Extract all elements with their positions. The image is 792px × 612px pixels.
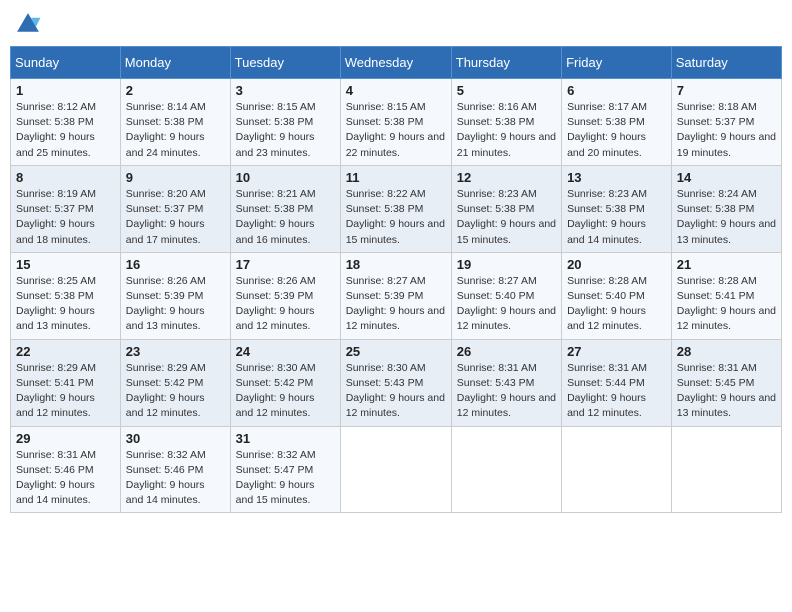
calendar-day-29: 29Sunrise: 8:31 AMSunset: 5:46 PMDayligh… [11,426,121,513]
week-row-5: 29Sunrise: 8:31 AMSunset: 5:46 PMDayligh… [11,426,782,513]
calendar-day-19: 19Sunrise: 8:27 AMSunset: 5:40 PMDayligh… [451,252,561,339]
calendar-day-1: 1Sunrise: 8:12 AMSunset: 5:38 PMDaylight… [11,79,121,166]
calendar-day-5: 5Sunrise: 8:16 AMSunset: 5:38 PMDaylight… [451,79,561,166]
calendar-table: SundayMondayTuesdayWednesdayThursdayFrid… [10,46,782,513]
header [10,10,782,38]
calendar-day-23: 23Sunrise: 8:29 AMSunset: 5:42 PMDayligh… [120,339,230,426]
day-header-monday: Monday [120,47,230,79]
calendar-day-25: 25Sunrise: 8:30 AMSunset: 5:43 PMDayligh… [340,339,451,426]
day-header-saturday: Saturday [671,47,781,79]
calendar-day-15: 15Sunrise: 8:25 AMSunset: 5:38 PMDayligh… [11,252,121,339]
day-header-thursday: Thursday [451,47,561,79]
calendar-day-4: 4Sunrise: 8:15 AMSunset: 5:38 PMDaylight… [340,79,451,166]
calendar-day-13: 13Sunrise: 8:23 AMSunset: 5:38 PMDayligh… [562,165,672,252]
calendar-day-11: 11Sunrise: 8:22 AMSunset: 5:38 PMDayligh… [340,165,451,252]
empty-cell [671,426,781,513]
calendar-day-12: 12Sunrise: 8:23 AMSunset: 5:38 PMDayligh… [451,165,561,252]
calendar-day-8: 8Sunrise: 8:19 AMSunset: 5:37 PMDaylight… [11,165,121,252]
empty-cell [562,426,672,513]
calendar-day-16: 16Sunrise: 8:26 AMSunset: 5:39 PMDayligh… [120,252,230,339]
calendar-day-17: 17Sunrise: 8:26 AMSunset: 5:39 PMDayligh… [230,252,340,339]
empty-cell [340,426,451,513]
calendar-day-2: 2Sunrise: 8:14 AMSunset: 5:38 PMDaylight… [120,79,230,166]
week-row-1: 1Sunrise: 8:12 AMSunset: 5:38 PMDaylight… [11,79,782,166]
week-row-2: 8Sunrise: 8:19 AMSunset: 5:37 PMDaylight… [11,165,782,252]
day-header-sunday: Sunday [11,47,121,79]
calendar-day-27: 27Sunrise: 8:31 AMSunset: 5:44 PMDayligh… [562,339,672,426]
calendar-day-7: 7Sunrise: 8:18 AMSunset: 5:37 PMDaylight… [671,79,781,166]
calendar-day-18: 18Sunrise: 8:27 AMSunset: 5:39 PMDayligh… [340,252,451,339]
calendar-day-6: 6Sunrise: 8:17 AMSunset: 5:38 PMDaylight… [562,79,672,166]
calendar-day-26: 26Sunrise: 8:31 AMSunset: 5:43 PMDayligh… [451,339,561,426]
calendar-day-3: 3Sunrise: 8:15 AMSunset: 5:38 PMDaylight… [230,79,340,166]
calendar-day-30: 30Sunrise: 8:32 AMSunset: 5:46 PMDayligh… [120,426,230,513]
empty-cell [451,426,561,513]
logo [14,10,46,38]
calendar-day-31: 31Sunrise: 8:32 AMSunset: 5:47 PMDayligh… [230,426,340,513]
week-row-4: 22Sunrise: 8:29 AMSunset: 5:41 PMDayligh… [11,339,782,426]
day-header-friday: Friday [562,47,672,79]
week-row-3: 15Sunrise: 8:25 AMSunset: 5:38 PMDayligh… [11,252,782,339]
calendar-day-10: 10Sunrise: 8:21 AMSunset: 5:38 PMDayligh… [230,165,340,252]
calendar-day-24: 24Sunrise: 8:30 AMSunset: 5:42 PMDayligh… [230,339,340,426]
calendar-day-14: 14Sunrise: 8:24 AMSunset: 5:38 PMDayligh… [671,165,781,252]
calendar-day-20: 20Sunrise: 8:28 AMSunset: 5:40 PMDayligh… [562,252,672,339]
logo-icon [14,10,42,38]
day-header-row: SundayMondayTuesdayWednesdayThursdayFrid… [11,47,782,79]
calendar-day-28: 28Sunrise: 8:31 AMSunset: 5:45 PMDayligh… [671,339,781,426]
calendar-day-22: 22Sunrise: 8:29 AMSunset: 5:41 PMDayligh… [11,339,121,426]
calendar-day-21: 21Sunrise: 8:28 AMSunset: 5:41 PMDayligh… [671,252,781,339]
calendar-day-9: 9Sunrise: 8:20 AMSunset: 5:37 PMDaylight… [120,165,230,252]
day-header-tuesday: Tuesday [230,47,340,79]
day-header-wednesday: Wednesday [340,47,451,79]
